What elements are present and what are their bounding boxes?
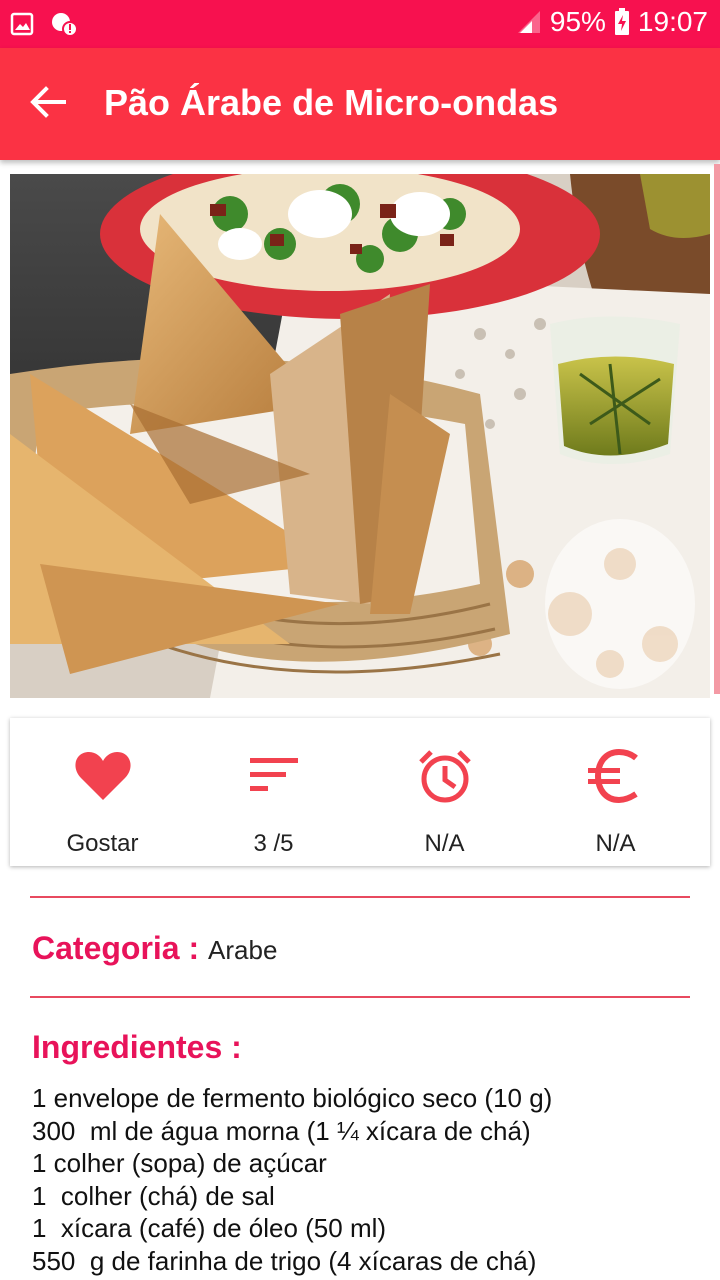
battery-percentage: 95% bbox=[549, 6, 606, 37]
recipe-photo bbox=[10, 174, 710, 698]
status-left bbox=[10, 10, 78, 38]
gallery-icon bbox=[10, 12, 34, 36]
difficulty-icon bbox=[244, 748, 304, 804]
alarm-clock-icon bbox=[415, 748, 475, 804]
page-title: Pão Árabe de Micro-ondas bbox=[104, 82, 559, 123]
back-button[interactable] bbox=[26, 80, 70, 124]
battery-charging-icon bbox=[614, 8, 629, 35]
like-label: Gostar bbox=[66, 830, 139, 857]
cost-stat: N/A bbox=[528, 718, 703, 866]
ingredient-item: 1 xícara (café) de óleo (50 ml) bbox=[32, 1213, 387, 1244]
ingredient-item: 1 envelope de fermento biológico seco (1… bbox=[32, 1083, 553, 1113]
scrollbar[interactable] bbox=[714, 164, 720, 694]
clock: 19:07 bbox=[637, 6, 708, 37]
category-row: Categoria : Arabe bbox=[32, 930, 277, 967]
ingredient-item: 550 g de farinha de trigo (4 xícaras de … bbox=[32, 1245, 537, 1276]
ingredients-heading: Ingredientes : bbox=[32, 1029, 242, 1065]
heart-icon bbox=[73, 748, 133, 804]
category-value: Arabe bbox=[208, 935, 278, 965]
divider bbox=[30, 896, 690, 898]
app-bar: Pão Árabe de Micro-ondas bbox=[0, 48, 720, 160]
status-bar: 95% 19:07 bbox=[0, 0, 720, 48]
time-label: N/A bbox=[424, 830, 465, 857]
ingredients-list: 1 envelope de fermento biológico seco (1… bbox=[32, 1082, 712, 1278]
divider bbox=[30, 996, 690, 998]
like-button[interactable]: Gostar bbox=[15, 718, 190, 866]
arrow-left-icon bbox=[30, 86, 66, 118]
notification-icon bbox=[52, 13, 78, 37]
time-stat: N/A bbox=[357, 718, 532, 866]
category-label: Categoria : bbox=[32, 930, 200, 966]
difficulty-label: 3 /5 bbox=[253, 830, 294, 857]
recipe-stats-card: Gostar 3 /5 N/A N/A bbox=[10, 718, 710, 866]
signal-icon bbox=[517, 11, 540, 33]
euro-icon bbox=[586, 748, 646, 804]
ingredient-item: 300 ml de água morna (1 ¼ xícara de chá) bbox=[32, 1115, 531, 1146]
ingredient-item: 1 colher (chá) de sal bbox=[32, 1180, 275, 1211]
ingredient-item: 1 colher (sopa) de açúcar bbox=[32, 1148, 327, 1179]
cost-label: N/A bbox=[595, 830, 636, 857]
status-right: 95% 19:07 bbox=[516, 6, 708, 38]
difficulty-stat: 3 /5 bbox=[186, 718, 361, 866]
